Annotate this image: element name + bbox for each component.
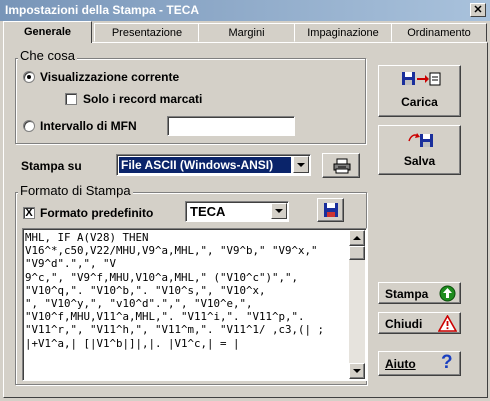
format-select-value: TECA (190, 204, 226, 219)
radio-label-intervallo-mfn: Intervallo di MFN (40, 119, 137, 133)
format-select[interactable]: TECA (185, 201, 289, 222)
arrow-up-icon (353, 236, 361, 240)
tab-impaginazione[interactable]: Impaginazione (294, 23, 392, 42)
printer-settings-button[interactable] (322, 153, 360, 178)
aiuto-button[interactable]: Aiuto ? (378, 351, 461, 376)
chiudi-label: Chiudi (385, 317, 423, 331)
tab-ordinamento[interactable]: Ordinamento (391, 23, 487, 42)
stampa-su-label: Stampa su (21, 159, 82, 173)
checkbox-mark: X (25, 207, 33, 219)
format-code-content: MHL, IF A(V28) THEN V16^*,c50,V22/MHU,V9… (25, 231, 348, 379)
arrow-down-icon (353, 369, 361, 373)
title-bar: Impostazioni della Stampa - TECA ✕ (0, 0, 490, 21)
tab-presentazione[interactable]: Presentazione (94, 23, 200, 42)
chevron-down-icon[interactable] (271, 203, 287, 219)
carica-button[interactable]: Carica (378, 65, 461, 117)
salva-label: Salva (403, 154, 436, 168)
print-go-icon (439, 285, 456, 302)
format-code-text: MHL, IF A(V28) THEN V16^*,c50,V22/MHU,V9… (25, 231, 325, 350)
chevron-down-icon[interactable] (293, 156, 309, 173)
printer-icon (333, 158, 351, 174)
chiudi-button[interactable]: Chiudi (378, 312, 461, 334)
scroll-thumb[interactable] (349, 246, 365, 260)
salva-button[interactable]: Salva (378, 125, 461, 175)
radio-visualizzazione-corrente[interactable] (23, 71, 35, 83)
warning-icon (438, 315, 457, 332)
stampa-label: Stampa (385, 287, 429, 301)
save-icon (408, 133, 433, 147)
close-button[interactable]: ✕ (470, 3, 486, 17)
tab-label: Impaginazione (307, 27, 379, 39)
formato-legend: Formato di Stampa (18, 183, 133, 198)
vertical-scrollbar[interactable] (349, 230, 365, 379)
tab-margini[interactable]: Margini (198, 23, 295, 42)
radio-label-visualizzazione: Visualizzazione corrente (40, 70, 180, 84)
window-title: Impostazioni della Stampa - TECA (5, 3, 200, 17)
tab-generale[interactable]: Generale (3, 21, 92, 43)
save-format-button[interactable] (317, 198, 344, 222)
scroll-down-button[interactable] (349, 363, 365, 379)
scroll-up-button[interactable] (349, 230, 365, 246)
stampa-button[interactable]: Stampa (378, 282, 461, 304)
tab-label: Presentazione (111, 27, 183, 39)
radio-intervallo-mfn[interactable] (23, 120, 35, 132)
stampa-su-value: File ASCII (Windows-ANSI) (119, 157, 291, 173)
help-icon: ? (441, 352, 453, 373)
format-code-textarea[interactable]: MHL, IF A(V28) THEN V16^*,c50,V22/MHU,V9… (22, 228, 367, 381)
stampa-su-select[interactable]: File ASCII (Windows-ANSI) (116, 154, 311, 176)
disk-icon (324, 203, 338, 217)
load-icon (402, 72, 441, 86)
che-cosa-legend: Che cosa (18, 48, 77, 63)
tab-label: Generale (23, 26, 72, 38)
checkbox-formato-predefinito[interactable]: X (23, 207, 35, 219)
checkbox-label-formato-predefinito: Formato predefinito (40, 206, 154, 220)
mfn-range-input[interactable] (167, 116, 295, 136)
aiuto-label: Aiuto (385, 357, 416, 371)
checkbox-solo-marcati[interactable] (65, 93, 77, 105)
carica-label: Carica (401, 95, 438, 109)
tab-label: Ordinamento (407, 27, 471, 39)
tab-label: Margini (228, 27, 265, 39)
close-icon: ✕ (473, 3, 483, 16)
checkbox-label-solo-marcati: Solo i record marcati (83, 92, 203, 106)
